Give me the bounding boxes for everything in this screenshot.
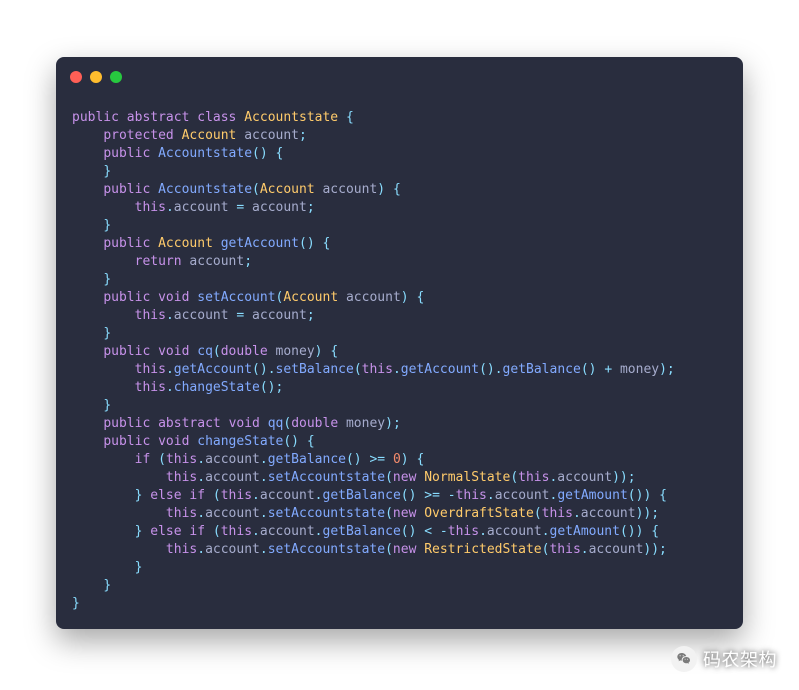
maximize-icon[interactable] xyxy=(110,71,122,83)
window-traffic-lights xyxy=(70,71,122,83)
code-window: public abstract class Accountstate { pro… xyxy=(56,57,743,629)
watermark: 码农架构 xyxy=(671,646,777,672)
code-block: public abstract class Accountstate { pro… xyxy=(72,109,727,613)
minimize-icon[interactable] xyxy=(90,71,102,83)
wechat-icon xyxy=(671,646,697,672)
watermark-text: 码农架构 xyxy=(703,646,777,672)
close-icon[interactable] xyxy=(70,71,82,83)
